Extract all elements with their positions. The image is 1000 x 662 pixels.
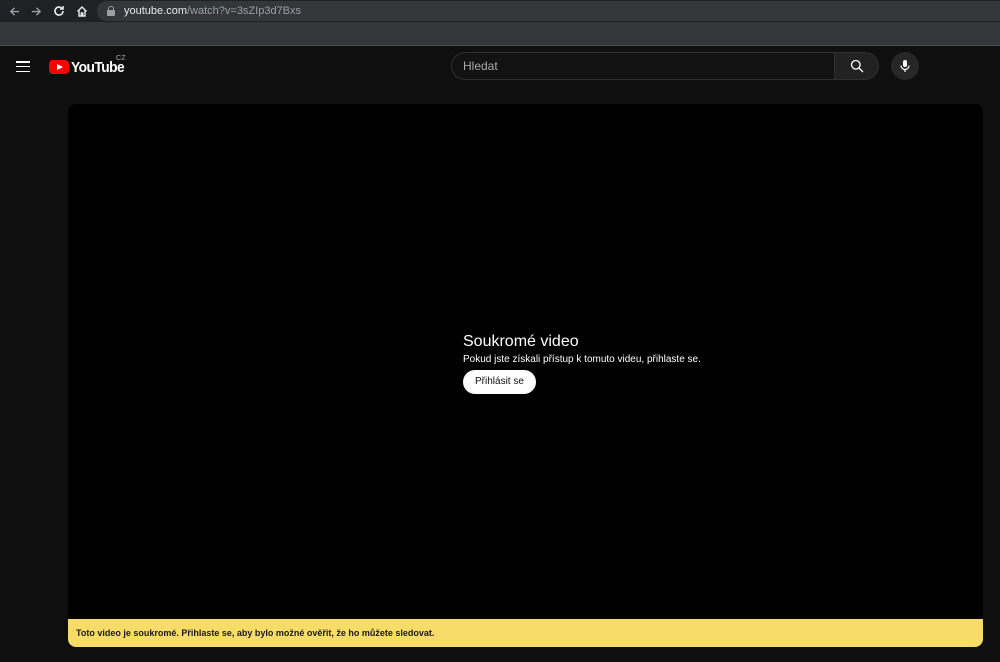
search-input[interactable]	[452, 53, 835, 79]
mic-icon	[900, 60, 910, 72]
reload-icon	[54, 6, 64, 16]
address-bar[interactable]: youtube.com/watch?v=3sZIp3d7Bxs	[97, 1, 1000, 21]
masthead: YouTube CZ	[0, 46, 1000, 88]
youtube-logo[interactable]: YouTube CZ	[49, 55, 129, 76]
url-path: /watch?v=3sZIp3d7Bxs	[186, 5, 302, 17]
voice-search-button[interactable]	[891, 52, 919, 80]
forward-button[interactable]	[25, 0, 47, 22]
menu-icon[interactable]	[16, 61, 30, 72]
bookmark-bar	[0, 22, 1000, 46]
back-button[interactable]	[3, 0, 25, 22]
country-code: CZ	[116, 55, 126, 62]
home-button[interactable]	[71, 0, 93, 22]
home-icon	[77, 6, 87, 17]
search-button[interactable]	[834, 52, 879, 80]
private-video-title: Soukromé video	[463, 333, 579, 350]
search-icon	[850, 59, 863, 73]
video-player[interactable]: Soukromé video Pokud jste získali přístu…	[68, 104, 983, 647]
search-box	[451, 52, 835, 80]
arrow-left-icon	[9, 6, 19, 16]
private-video-subtitle: Pokud jste získali přístup k tomuto vide…	[463, 354, 701, 365]
arrow-right-icon	[31, 6, 41, 16]
reload-button[interactable]	[48, 0, 70, 22]
url-domain: youtube.com	[124, 5, 187, 17]
browser-toolbar: youtube.com/watch?v=3sZIp3d7Bxs	[0, 0, 1000, 22]
private-video-message: Soukromé video Pokud jste získali přístu…	[463, 333, 763, 394]
private-notice-bar: Toto video je soukromé. Přihlaste se, ab…	[68, 619, 983, 647]
lock-icon	[107, 6, 115, 16]
logo-play-icon	[49, 60, 69, 74]
signin-button[interactable]: Přihlásit se	[463, 370, 536, 394]
